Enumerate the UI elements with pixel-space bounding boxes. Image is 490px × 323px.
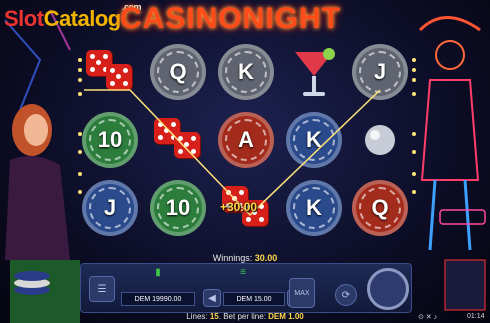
payline-marker [78, 132, 82, 136]
payline-marker [412, 132, 416, 136]
win-amount-label: +30.00 [220, 200, 258, 214]
payline-marker [78, 190, 82, 194]
lines-value: 15 [209, 312, 219, 321]
payline-marker [78, 92, 82, 96]
payline-marker [78, 172, 82, 176]
status-bar: Lines: 15. Bet per line: DEM 1.00 [186, 312, 304, 321]
payline-marker [78, 58, 82, 62]
bet-per-line-value: DEM 1.00 [268, 312, 304, 321]
settings-icons[interactable]: ⊙ ✕ ♪ [418, 313, 437, 321]
payline-marker [412, 68, 416, 72]
payline-marker [412, 92, 416, 96]
bet-per-line-label: Bet per line: [223, 312, 266, 321]
payline-marker [78, 150, 82, 154]
payline-marker [78, 68, 82, 72]
lines-label: Lines: [186, 312, 208, 321]
payline-marker [412, 78, 416, 82]
control-panel: ☰ ▮ DEM 19990.00 ◀ ≡ DEM 15.00 ▶ MAX ⟳ [80, 263, 412, 313]
payline-marker [412, 150, 416, 154]
winnings-value: 30.00 [254, 253, 278, 263]
autoplay-button[interactable]: ⟳ [335, 284, 357, 306]
bet-field: DEM 15.00 [223, 292, 285, 306]
balance-field: DEM 19990.00 [121, 292, 195, 306]
menu-button[interactable]: ☰ [89, 276, 115, 302]
winnings-label: Winnings: [212, 253, 253, 263]
clock: 01:14 [467, 313, 485, 320]
chips-icon: ≡ [240, 266, 246, 278]
winnings-display: Winnings: 30.00 [0, 253, 490, 263]
payline-marker [412, 190, 416, 194]
payline-marker [412, 172, 416, 176]
spin-button[interactable] [367, 268, 409, 310]
max-bet-button[interactable]: MAX [289, 278, 315, 308]
bet-decrease-button[interactable]: ◀ [203, 289, 221, 307]
wallet-icon: ▮ [155, 266, 161, 278]
game-scene: SlotCatalog .com CASINONIGHT 10 J Q 10 K A K K J… [0, 0, 490, 323]
payline-marker [78, 78, 82, 82]
payline-marker [412, 58, 416, 62]
